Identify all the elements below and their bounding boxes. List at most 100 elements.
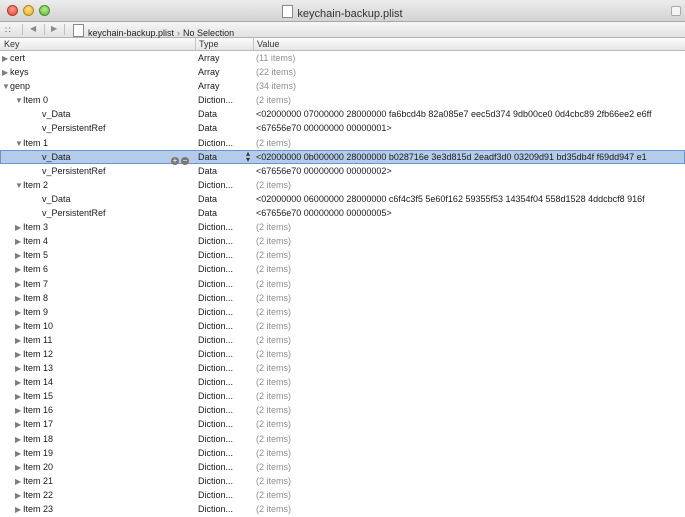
column-divider[interactable] xyxy=(253,38,254,50)
type-cell[interactable]: Diction... xyxy=(198,136,250,150)
disclosure-collapsed-icon[interactable]: ▶ xyxy=(15,475,23,489)
type-cell[interactable]: Diction... xyxy=(198,93,250,107)
key-column-header[interactable]: Key xyxy=(4,39,20,49)
key-cell[interactable]: ▶ Item 4 xyxy=(15,234,205,249)
table-row[interactable]: ▼Item 0 Diction... (2 items) xyxy=(0,93,685,107)
key-cell[interactable]: ▶ Item 17 xyxy=(15,417,205,432)
type-cell[interactable]: Data xyxy=(198,121,250,135)
key-cell[interactable]: ▶ Item 11 xyxy=(15,333,205,348)
table-row[interactable]: ▶ Item 17 Diction... (2 items) xyxy=(0,417,685,431)
type-cell[interactable]: Diction... xyxy=(198,291,250,305)
disclosure-collapsed-icon[interactable]: ▶ xyxy=(15,433,23,447)
key-cell[interactable]: ▶ Item 13 xyxy=(15,361,205,376)
table-row[interactable]: ▶ Item 5 Diction... (2 items) xyxy=(0,248,685,262)
fullscreen-icon[interactable] xyxy=(671,6,681,16)
column-divider[interactable] xyxy=(195,38,196,50)
table-row[interactable]: ▶ Item 9 Diction... (2 items) xyxy=(0,305,685,319)
value-cell[interactable]: (2 items) xyxy=(256,291,685,305)
disclosure-expanded-icon[interactable]: ▼ xyxy=(15,94,23,108)
type-cell[interactable]: Diction... xyxy=(198,178,250,192)
breadcrumb[interactable]: keychain-backup.plist › No Selection xyxy=(73,24,234,38)
table-row[interactable]: ▶ Item 18 Diction... (2 items) xyxy=(0,432,685,446)
disclosure-collapsed-icon[interactable]: ▶ xyxy=(15,489,23,503)
table-row[interactable]: ▶ Item 23 Diction... (2 items) xyxy=(0,502,685,516)
key-cell[interactable]: ▶ Item 3 xyxy=(15,220,205,235)
key-cell[interactable]: ▶ Item 9 xyxy=(15,305,205,320)
value-cell[interactable]: (2 items) xyxy=(256,403,685,417)
table-row[interactable]: ▶ Item 6 Diction... (2 items) xyxy=(0,262,685,276)
table-row[interactable]: v_PersistentRef Data <67656e70 00000000 00… xyxy=(0,121,685,135)
table-row[interactable]: ▶ Item 10 Diction... (2 items) xyxy=(0,319,685,333)
disclosure-collapsed-icon[interactable]: ▶ xyxy=(15,390,23,404)
type-cell[interactable]: Diction... xyxy=(198,502,250,516)
disclosure-collapsed-icon[interactable]: ▶ xyxy=(15,348,23,362)
table-row[interactable]: ▶ Item 13 Diction... (2 items) xyxy=(0,361,685,375)
disclosure-collapsed-icon[interactable]: ▶ xyxy=(15,235,23,249)
type-cell[interactable]: Data xyxy=(198,150,250,164)
key-cell[interactable]: ▼genp xyxy=(2,79,192,94)
value-cell[interactable]: (2 items) xyxy=(256,319,685,333)
value-cell[interactable]: (2 items) xyxy=(256,474,685,488)
value-cell[interactable]: <67656e70 00000000 00000005> xyxy=(256,206,685,220)
key-cell[interactable]: ▶ Item 19 xyxy=(15,446,205,461)
key-cell[interactable]: ▶ Item 22 xyxy=(15,488,205,503)
type-cell[interactable]: Diction... xyxy=(198,432,250,446)
value-cell[interactable]: (2 items) xyxy=(256,446,685,460)
table-row[interactable]: ▶ Item 14 Diction... (2 items) xyxy=(0,375,685,389)
type-cell[interactable]: Data xyxy=(198,164,250,178)
disclosure-collapsed-icon[interactable]: ▶ xyxy=(15,306,23,320)
type-cell[interactable]: Diction... xyxy=(198,319,250,333)
value-cell[interactable]: (2 items) xyxy=(256,432,685,446)
breadcrumb-selection[interactable]: No Selection xyxy=(183,28,234,38)
disclosure-collapsed-icon[interactable]: ▶ xyxy=(15,263,23,277)
key-cell[interactable]: ▼Item 2 xyxy=(15,178,205,193)
type-cell[interactable]: Diction... xyxy=(198,234,250,248)
type-cell[interactable]: Diction... xyxy=(198,277,250,291)
value-cell[interactable]: (34 items) xyxy=(256,79,685,93)
disclosure-collapsed-icon[interactable]: ▶ xyxy=(2,52,10,66)
value-cell[interactable]: (2 items) xyxy=(256,333,685,347)
table-row[interactable]: v_Data + − ▴ ▾ Data <02000000 0b000000 2800000… xyxy=(0,149,685,165)
value-cell[interactable]: (2 items) xyxy=(256,248,685,262)
key-cell[interactable]: ▶ Item 6 xyxy=(15,262,205,277)
table-row[interactable]: v_PersistentRef Data <67656e70 00000000 00… xyxy=(0,164,685,178)
disclosure-collapsed-icon[interactable]: ▶ xyxy=(15,404,23,418)
key-cell[interactable]: ▶ Item 10 xyxy=(15,319,205,334)
disclosure-collapsed-icon[interactable]: ▶ xyxy=(15,278,23,292)
table-row[interactable]: ▼Item 1 Diction... (2 items) xyxy=(0,136,685,150)
type-cell[interactable]: Array xyxy=(198,79,250,93)
table-row[interactable]: ▶ Item 7 Diction... (2 items) xyxy=(0,277,685,291)
table-row[interactable]: ▶ Item 4 Diction... (2 items) xyxy=(0,234,685,248)
table-row[interactable]: ▶ Item 16 Diction... (2 items) xyxy=(0,403,685,417)
value-cell[interactable]: <02000000 07000000 28000000 fa6bcd4b 82a… xyxy=(256,107,685,121)
type-cell[interactable]: Diction... xyxy=(198,305,250,319)
table-row[interactable]: v_Data Data <02000000 07000000 28000000 fa… xyxy=(0,107,685,121)
table-row[interactable]: v_Data Data <02000000 06000000 28000000 c6… xyxy=(0,192,685,206)
type-column-header[interactable]: Type xyxy=(199,39,219,49)
value-cell[interactable]: (2 items) xyxy=(256,417,685,431)
disclosure-collapsed-icon[interactable]: ▶ xyxy=(15,292,23,306)
key-cell[interactable]: ▶ keys xyxy=(2,65,192,80)
type-cell[interactable]: Diction... xyxy=(198,375,250,389)
value-cell[interactable]: (2 items) xyxy=(256,220,685,234)
key-cell[interactable]: ▶ Item 16 xyxy=(15,403,205,418)
value-cell[interactable]: <67656e70 00000000 00000001> xyxy=(256,121,685,135)
type-cell[interactable]: Data xyxy=(198,206,250,220)
value-cell[interactable]: (2 items) xyxy=(256,488,685,502)
value-cell[interactable]: (2 items) xyxy=(256,262,685,276)
table-row[interactable]: ▶ Item 11 Diction... (2 items) xyxy=(0,333,685,347)
table-row[interactable]: ▶ Item 21 Diction... (2 items) xyxy=(0,474,685,488)
table-row[interactable]: ▶ Item 3 Diction... (2 items) xyxy=(0,220,685,234)
value-cell[interactable]: (2 items) xyxy=(256,93,685,107)
value-cell[interactable]: (2 items) xyxy=(256,178,685,192)
value-cell[interactable]: (2 items) xyxy=(256,136,685,150)
type-cell[interactable]: Diction... xyxy=(198,460,250,474)
table-row[interactable]: ▶ Item 15 Diction... (2 items) xyxy=(0,389,685,403)
type-cell[interactable]: Data xyxy=(198,107,250,121)
breadcrumb-file[interactable]: keychain-backup.plist xyxy=(88,28,174,38)
table-row[interactable]: ▼Item 2 Diction... (2 items) xyxy=(0,178,685,192)
value-cell[interactable]: (2 items) xyxy=(256,375,685,389)
type-cell[interactable]: Diction... xyxy=(198,248,250,262)
key-cell[interactable]: ▶ Item 8 xyxy=(15,291,205,306)
value-cell[interactable]: (2 items) xyxy=(256,277,685,291)
